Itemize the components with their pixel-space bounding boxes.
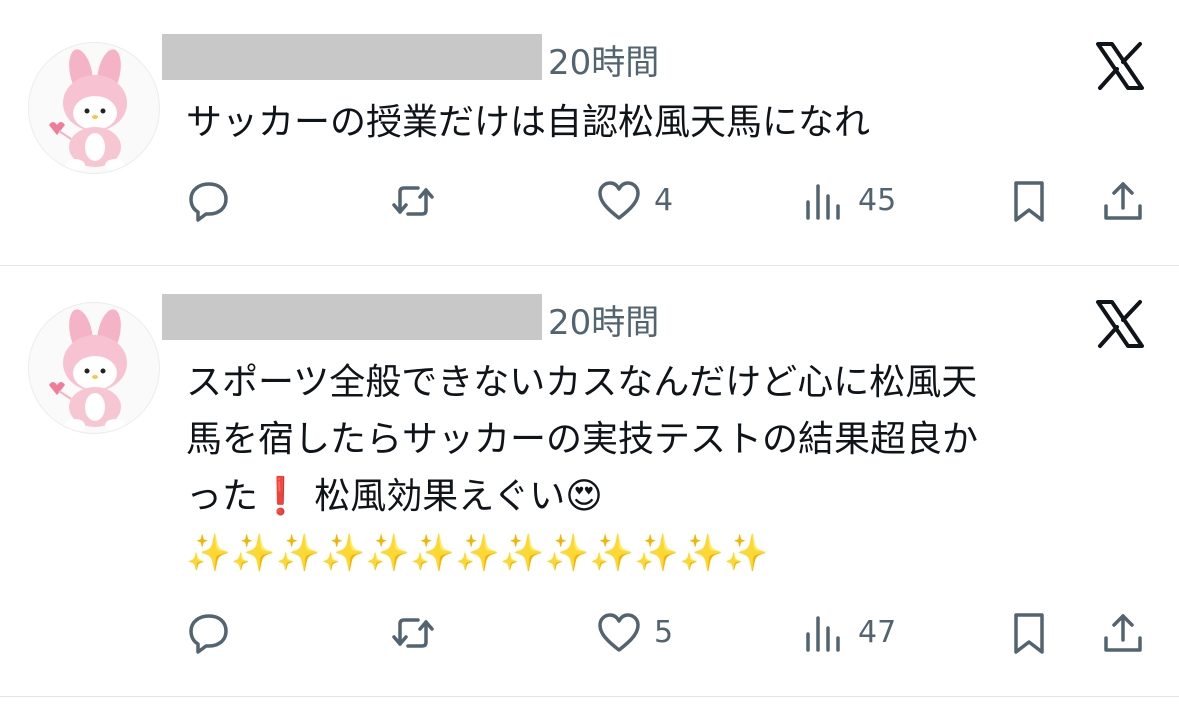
- redacted-username: [162, 294, 542, 340]
- avatar[interactable]: [28, 302, 160, 434]
- retweet-icon: [390, 178, 436, 224]
- my-melody-plush-image: [49, 49, 127, 171]
- retweet-button[interactable]: [390, 177, 436, 225]
- views-button[interactable]: 45: [800, 177, 896, 225]
- my-melody-plush-image: [49, 309, 127, 431]
- retweet-button[interactable]: [390, 609, 436, 657]
- view-count: 45: [858, 183, 897, 218]
- like-button[interactable]: 4: [596, 177, 673, 225]
- bookmark-button[interactable]: [1006, 177, 1052, 225]
- tweet-timestamp[interactable]: 20時間: [548, 40, 659, 86]
- bookmark-button[interactable]: [1006, 609, 1052, 657]
- share-icon: [1100, 610, 1146, 656]
- redacted-username: [162, 34, 542, 80]
- like-button[interactable]: 5: [596, 609, 673, 657]
- reply-button[interactable]: [186, 177, 232, 225]
- retweet-icon: [390, 610, 436, 656]
- avatar[interactable]: [28, 42, 160, 174]
- like-count: 4: [654, 183, 674, 218]
- reply-button[interactable]: [186, 609, 232, 657]
- heart-icon: [596, 178, 642, 224]
- share-icon: [1100, 178, 1146, 224]
- views-chart-icon: [800, 178, 846, 224]
- like-count: 5: [654, 615, 674, 650]
- tweet-text: サッカーの授業だけは自認松風天馬になれ: [186, 102, 871, 143]
- share-button[interactable]: [1100, 177, 1146, 225]
- reply-icon: [186, 610, 232, 656]
- view-count: 47: [858, 615, 897, 650]
- views-chart-icon: [800, 610, 846, 656]
- reply-icon: [186, 178, 232, 224]
- bookmark-icon: [1006, 610, 1052, 656]
- tweet-text: スポーツ全般できないカスなんだけど心に松風天 馬を宿したらサッカーの実技テストの…: [186, 362, 979, 574]
- x-logo-icon: [1092, 38, 1148, 94]
- bookmark-icon: [1006, 178, 1052, 224]
- heart-icon: [596, 610, 642, 656]
- tweet[interactable]: 20時間 サッカーの授業だけは自認松風天馬になれ 4 45: [0, 0, 1179, 266]
- x-logo-icon: [1092, 296, 1148, 352]
- tweet-timestamp[interactable]: 20時間: [548, 300, 659, 346]
- views-button[interactable]: 47: [800, 609, 896, 657]
- share-button[interactable]: [1100, 609, 1146, 657]
- tweet[interactable]: 20時間 スポーツ全般できないカスなんだけど心に松風天 馬を宿したらサッカーの実…: [0, 266, 1179, 697]
